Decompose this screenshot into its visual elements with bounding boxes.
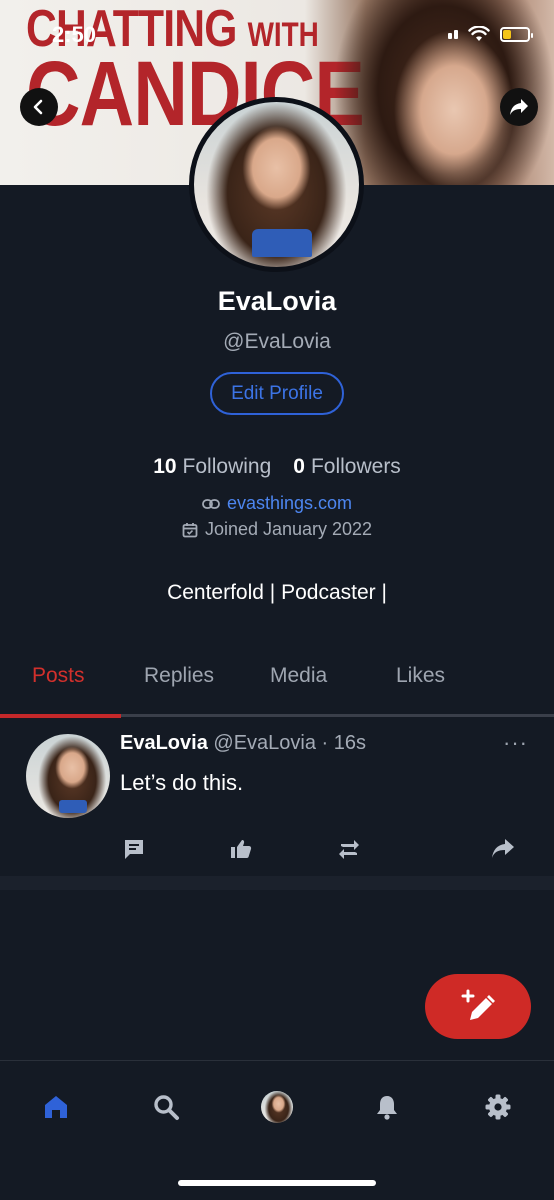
post-divider xyxy=(0,876,554,890)
bottom-navigation xyxy=(0,1060,554,1200)
tab-likes[interactable]: Likes xyxy=(396,664,445,688)
like-button[interactable] xyxy=(228,836,254,862)
calendar-icon xyxy=(182,522,198,537)
post-header: EvaLovia @EvaLovia · 16s xyxy=(120,732,366,755)
share-arrow-icon xyxy=(510,99,528,115)
profile-name: EvaLovia xyxy=(217,286,337,316)
nav-notifications[interactable] xyxy=(371,1091,403,1123)
gear-icon xyxy=(485,1094,511,1120)
thumbs-up-icon xyxy=(231,840,252,858)
home-icon xyxy=(45,1096,67,1118)
post-text: Let’s do this. xyxy=(120,770,244,795)
nav-profile[interactable] xyxy=(261,1091,293,1123)
followers-stat[interactable]: 0 Followers xyxy=(293,455,401,479)
cellular-signal-icon xyxy=(448,29,458,39)
profile-handle: @EvaLovia xyxy=(223,330,331,353)
post-item[interactable]: EvaLovia @EvaLovia · 16s ··· Let’s do th… xyxy=(0,718,554,876)
followers-count: 0 xyxy=(293,455,305,478)
status-icons xyxy=(448,26,533,42)
post-avatar[interactable] xyxy=(26,734,110,818)
bell-icon xyxy=(377,1096,397,1120)
comment-icon xyxy=(125,840,143,859)
nav-home[interactable] xyxy=(40,1091,72,1123)
compose-icon xyxy=(461,989,495,1020)
status-time: 2:50 xyxy=(52,22,97,47)
post-more-button[interactable]: ··· xyxy=(503,730,528,756)
post-separator: · xyxy=(321,732,329,754)
back-button[interactable] xyxy=(20,88,58,126)
forward-button[interactable] xyxy=(490,836,516,862)
following-label: Following xyxy=(182,455,272,478)
profile-bio: Centerfold | Podcaster | xyxy=(167,581,387,604)
followers-label: Followers xyxy=(310,455,401,478)
repost-button[interactable] xyxy=(336,836,362,862)
tab-media[interactable]: Media xyxy=(270,664,327,688)
battery-icon xyxy=(500,26,533,42)
nav-search[interactable] xyxy=(150,1091,182,1123)
profile-tabs: Posts Replies Media Likes xyxy=(0,650,554,718)
chevron-left-icon xyxy=(33,99,43,115)
compose-button[interactable] xyxy=(425,974,531,1039)
tab-replies[interactable]: Replies xyxy=(144,664,214,688)
forward-icon xyxy=(492,839,514,858)
nav-avatar xyxy=(261,1091,293,1123)
profile-avatar[interactable] xyxy=(189,97,364,272)
follow-stats: 10 Following 0 Followers xyxy=(0,455,554,479)
tab-posts[interactable]: Posts xyxy=(32,664,85,688)
post-author[interactable]: EvaLovia xyxy=(120,732,208,754)
post-handle: @EvaLovia xyxy=(213,732,316,754)
website-row[interactable]: evasthings.com xyxy=(0,493,554,514)
link-icon xyxy=(202,498,220,509)
joined-date: Joined January 2022 xyxy=(204,519,373,539)
repost-icon xyxy=(339,840,359,859)
home-indicator[interactable] xyxy=(178,1180,376,1186)
comment-button[interactable] xyxy=(121,836,147,862)
wifi-icon xyxy=(468,26,490,41)
website-link[interactable]: evasthings.com xyxy=(227,493,352,514)
joined-row: Joined January 2022 xyxy=(0,519,554,540)
nav-settings[interactable] xyxy=(482,1091,514,1123)
share-button[interactable] xyxy=(500,88,538,126)
edit-profile-button[interactable]: Edit Profile xyxy=(210,372,344,415)
search-icon xyxy=(154,1095,179,1120)
following-stat[interactable]: 10 Following xyxy=(153,455,271,479)
post-time: 16s xyxy=(333,732,367,754)
following-count: 10 xyxy=(153,455,177,478)
